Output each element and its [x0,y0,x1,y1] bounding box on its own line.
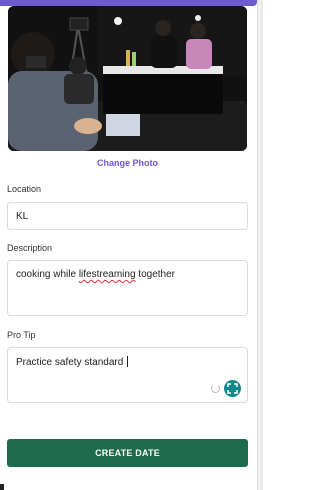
text-cursor [127,356,129,367]
change-photo-link[interactable]: Change Photo [0,158,255,168]
event-photo [8,6,247,151]
location-input[interactable]: KL [7,202,248,230]
description-misspelled-word: lifestreaming [78,269,136,280]
expand-icon[interactable] [224,380,241,397]
refresh-icon[interactable] [211,384,220,393]
create-date-form: Change Photo Location KL Description coo… [0,0,263,490]
location-label: Location [7,184,42,194]
pro-tip-value: Practice safety standard [16,357,127,368]
pro-tip-textarea[interactable]: Practice safety standard [7,347,248,403]
create-date-button[interactable]: CREATE DATE [7,439,248,467]
description-text-before: cooking while [16,269,79,280]
description-textarea[interactable]: cooking while lifestreaming together [7,260,248,316]
description-text-after: together [135,269,175,280]
scrollbar[interactable] [257,0,263,490]
location-value: KL [16,211,29,222]
pro-tip-label: Pro Tip [7,330,36,340]
description-label: Description [7,243,53,253]
window-corner [0,484,4,490]
pro-tip-tools [211,380,241,397]
